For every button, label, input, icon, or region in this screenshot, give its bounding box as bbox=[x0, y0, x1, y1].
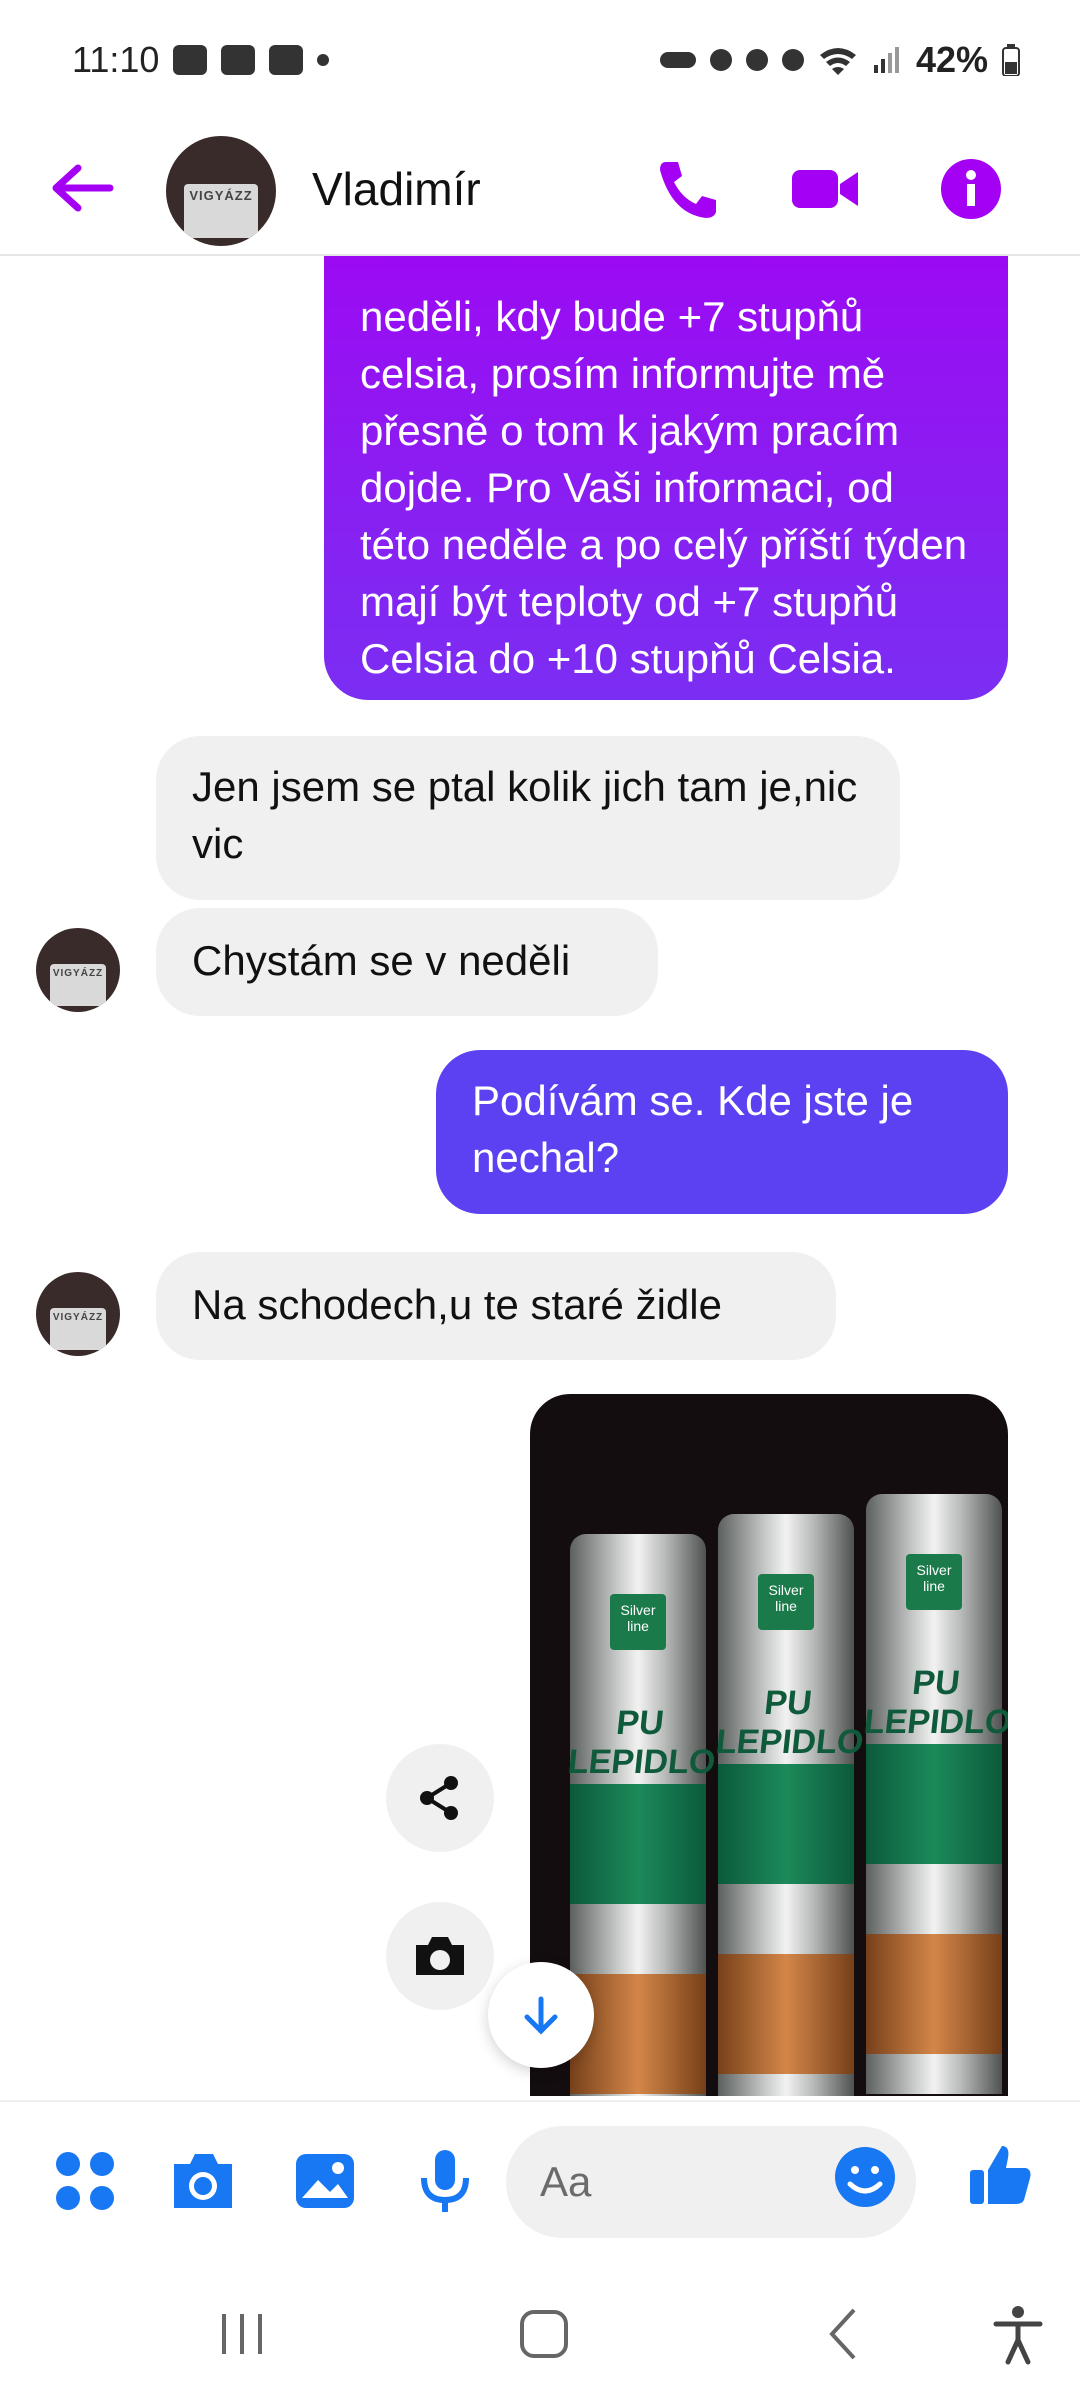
app-notification-icon bbox=[221, 45, 256, 75]
message-text: Chystám se v neděli bbox=[192, 937, 571, 984]
bluetooth-icon bbox=[781, 49, 804, 71]
message-list[interactable]: neděli, kdy bude +7 stupňů celsia, prosí… bbox=[0, 256, 1080, 2096]
camera-icon[interactable] bbox=[168, 2146, 238, 2216]
battery-icon bbox=[1002, 44, 1020, 76]
avatar-sign: VIGYÁZZ bbox=[184, 184, 258, 238]
can-band bbox=[570, 1784, 706, 1904]
accessibility-icon[interactable] bbox=[986, 2302, 1050, 2366]
avatar[interactable]: VIGYÁZZ bbox=[36, 1272, 120, 1356]
share-button[interactable] bbox=[386, 1744, 494, 1852]
avatar[interactable]: VIGYÁZZ bbox=[166, 136, 276, 246]
signal-icon bbox=[873, 47, 899, 73]
can-logo: Silver line bbox=[758, 1574, 814, 1630]
can-band bbox=[866, 1744, 1002, 1864]
apps-icon[interactable] bbox=[50, 2146, 120, 2216]
message-text: Jen jsem se ptal kolik jich tam je,nic v… bbox=[192, 763, 858, 867]
foam-can: Silver line PU LEPIDLO bbox=[862, 1494, 1008, 2094]
status-left: 11:10 bbox=[72, 39, 330, 81]
wifi-icon bbox=[819, 48, 856, 75]
can-orange-band bbox=[866, 1934, 1002, 2054]
arrow-down-icon bbox=[524, 1996, 558, 2035]
message-input-placeholder: Aa bbox=[540, 2158, 592, 2205]
microphone-icon[interactable] bbox=[410, 2146, 480, 2216]
battery-percent: 42% bbox=[915, 39, 988, 80]
back-icon[interactable] bbox=[812, 2302, 876, 2366]
camera-button[interactable] bbox=[386, 1902, 494, 2010]
photo-message[interactable]: Silver line PU LEPIDLO Silver line PU LE… bbox=[530, 1394, 1008, 2096]
device-notification-icon bbox=[269, 45, 304, 75]
chat-header: VIGYÁZZ Vladimír bbox=[0, 120, 1080, 256]
can-orange-band bbox=[718, 1954, 854, 2074]
camera-icon bbox=[416, 1937, 464, 1975]
status-right: 42% bbox=[659, 39, 1020, 81]
composer-bar: Aa bbox=[0, 2100, 1080, 2262]
recents-icon[interactable] bbox=[210, 2302, 274, 2366]
video-icon[interactable] bbox=[790, 156, 860, 222]
outgoing-message[interactable]: neděli, kdy bude +7 stupňů celsia, prosí… bbox=[324, 256, 1008, 700]
avatar[interactable]: VIGYÁZZ bbox=[36, 928, 120, 1012]
foam-can: Silver line PU LEPIDLO bbox=[714, 1514, 865, 2096]
incoming-message[interactable]: Chystám se v neděli bbox=[156, 908, 658, 1016]
contact-name[interactable]: Vladimír bbox=[312, 162, 481, 216]
info-icon[interactable] bbox=[936, 156, 1006, 222]
incoming-message[interactable]: Na schodech,u te staré židle bbox=[156, 1252, 836, 1360]
can-label: PU LEPIDLO bbox=[862, 1664, 1008, 1741]
can-band bbox=[718, 1764, 854, 1884]
gallery-notification-icon bbox=[173, 45, 208, 75]
can-label: PU LEPIDLO bbox=[714, 1684, 866, 1761]
phone-icon[interactable] bbox=[652, 156, 722, 222]
alarm-icon bbox=[745, 49, 768, 71]
home-icon[interactable] bbox=[512, 2302, 576, 2366]
avatar-sign-text: VIGYÁZZ bbox=[52, 968, 104, 979]
can-label: PU LEPIDLO bbox=[566, 1704, 718, 1781]
key-icon bbox=[659, 52, 696, 68]
avatar-sign: VIGYÁZZ bbox=[50, 1308, 106, 1350]
system-nav-bar bbox=[0, 2260, 1080, 2400]
gallery-icon[interactable] bbox=[290, 2146, 360, 2216]
status-bar: 11:10 42% bbox=[0, 0, 1080, 120]
message-text: Na schodech,u te staré židle bbox=[192, 1281, 722, 1328]
back-arrow-icon[interactable] bbox=[48, 158, 118, 218]
avatar-sign-text: VIGYÁZZ bbox=[52, 1312, 104, 1323]
thumbs-up-icon[interactable] bbox=[966, 2140, 1036, 2210]
can-logo: Silver line bbox=[610, 1594, 666, 1650]
message-text: neděli, kdy bude +7 stupňů celsia, prosí… bbox=[360, 293, 968, 682]
more-notifications-dot-icon bbox=[317, 54, 330, 66]
can-logo: Silver line bbox=[906, 1554, 962, 1610]
status-time: 11:10 bbox=[72, 39, 160, 80]
scroll-down-button[interactable] bbox=[488, 1962, 594, 2068]
outgoing-message[interactable]: Podívám se. Kde jste je nechal? bbox=[436, 1050, 1008, 1214]
share-icon bbox=[420, 1776, 458, 1820]
message-text: Podívám se. Kde jste je nechal? bbox=[472, 1077, 914, 1181]
sim-icon bbox=[709, 49, 732, 71]
incoming-message[interactable]: Jen jsem se ptal kolik jich tam je,nic v… bbox=[156, 736, 900, 900]
avatar-sign: VIGYÁZZ bbox=[50, 964, 106, 1006]
emoji-icon[interactable] bbox=[830, 2142, 900, 2212]
avatar-sign-text: VIGYÁZZ bbox=[189, 188, 253, 203]
